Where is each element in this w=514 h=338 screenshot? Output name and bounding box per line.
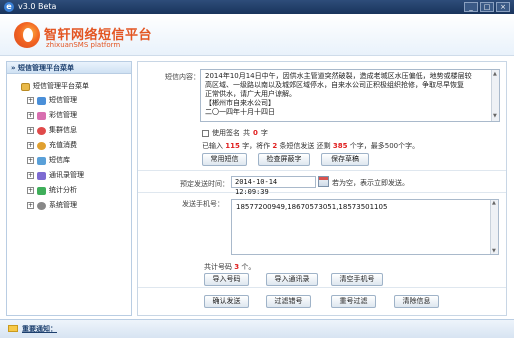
sidebar-title: » 短信管理平台菜单 (7, 62, 131, 74)
menu-root[interactable]: 短信管理平台菜单 (21, 80, 131, 93)
import-contacts-button[interactable]: 导入通讯录 (266, 273, 318, 286)
sidebar: » 短信管理平台菜单 短信管理平台菜单 + 短信管理 + 彩信管理 + 集群信息… (6, 61, 132, 316)
content-scrollbar[interactable] (491, 70, 499, 121)
content-line: 2014年10月14日中午，因供水主管道突然破裂，造成老城区水压偏低，地势或楼层… (205, 72, 472, 80)
use-signature-checkbox[interactable] (202, 129, 209, 137)
schedule-label: 预定发送时间： (180, 180, 229, 188)
important-notice-link[interactable]: 重要通知： (22, 324, 57, 334)
filter-duplicates-button[interactable]: 重号过滤 (331, 295, 376, 308)
phone-numbers-textarea[interactable]: 18577200949,18670573051,18573501105 (231, 199, 499, 255)
use-signature-label: 使用签名 (212, 129, 240, 137)
expand-icon[interactable]: + (27, 157, 34, 164)
window-title: v3.0 Beta (18, 2, 57, 11)
expand-icon[interactable]: + (27, 187, 34, 194)
content-line: 二〇一四年十月十四日 (205, 108, 275, 116)
content-line: 正常供水，请广大用户谅解。 (205, 90, 296, 98)
expand-icon[interactable]: + (27, 142, 34, 149)
signature-count: 0 (253, 129, 258, 137)
close-button[interactable]: × (496, 2, 510, 12)
segment-count: 2 (272, 142, 278, 150)
mail-icon (8, 325, 18, 332)
app-header: 智轩网络短信平台 zhixuanSMS platform (0, 14, 514, 56)
expand-icon[interactable]: + (27, 172, 34, 179)
window-titlebar: e v3.0 Beta _ □ × (0, 0, 514, 14)
chart-icon (37, 186, 46, 195)
save-draft-button[interactable]: 保存草稿 (321, 153, 369, 166)
content-label: 短信内容： (165, 73, 200, 81)
sms-content-textarea[interactable]: 2014年10月14日中午，因供水主管道突然破裂，造成老城区水压偏低，地势或楼层… (200, 69, 500, 122)
calendar-icon[interactable] (318, 176, 329, 187)
confirm-send-button[interactable]: 确认发送 (204, 295, 249, 308)
content-line: 高区域、一级路以南以及城郊区域停水，自来水公司正积极组织抢修，争取尽早恢复 (205, 81, 464, 89)
sidebar-item-mms[interactable]: + 彩信管理 (21, 108, 131, 123)
common-sms-button[interactable]: 常用短信 (202, 153, 247, 166)
phone-count-value: 3 (234, 263, 240, 271)
clear-phone-button[interactable]: 清空手机号 (331, 273, 383, 286)
brand-logo-icon (14, 22, 40, 48)
phone-numbers-value: 18577200949,18670573051,18573501105 (236, 203, 388, 211)
sidebar-item-sms[interactable]: + 短信管理 (21, 93, 131, 108)
heart-icon (37, 126, 46, 135)
expand-icon[interactable]: + (27, 97, 34, 104)
phone-count: 共计号码 3 个。 (204, 263, 256, 271)
expand-icon[interactable]: + (27, 127, 34, 134)
window-controls: _ □ × (464, 2, 510, 12)
sidebar-item-statistics[interactable]: + 统计分析 (21, 183, 131, 198)
database-icon (37, 156, 46, 165)
phone-scrollbar[interactable] (490, 200, 498, 254)
sidebar-item-recharge[interactable]: + 充值消费 (21, 138, 131, 153)
sidebar-item-cluster[interactable]: + 集群信息 (21, 123, 131, 138)
menu-tree: 短信管理平台菜单 + 短信管理 + 彩信管理 + 集群信息 + 充值消费 + 短… (7, 74, 131, 213)
remaining-count: 385 (332, 142, 348, 150)
sidebar-item-contacts[interactable]: + 通讯录管理 (21, 168, 131, 183)
brand-subtitle: zhixuanSMS platform (46, 41, 121, 49)
schedule-hint: 若为空，表示立即发送。 (332, 179, 409, 187)
typed-count: 115 (225, 142, 240, 150)
filter-wrong-numbers-button[interactable]: 过滤错号 (266, 295, 311, 308)
maximize-button[interactable]: □ (480, 2, 494, 12)
contacts-icon (37, 171, 46, 180)
content-row: 短信内容： 2014年10月14日中午，因供水主管道突然破裂，造成老城区水压偏低… (138, 62, 506, 171)
sidebar-item-sms-library[interactable]: + 短信库 (21, 153, 131, 168)
document-icon (37, 96, 46, 105)
expand-icon[interactable]: + (27, 202, 34, 209)
char-stats: 已输入 115 字，将作 2 条短信发送 还剩 385 个字，最多500个字。 (202, 142, 420, 150)
compose-form: 短信内容： 2014年10月14日中午，因供水主管道突然破裂，造成老城区水压偏低… (137, 61, 507, 316)
recipients-label: 发送手机号： (182, 200, 224, 208)
schedule-datetime-input[interactable]: 2014-10-14 12:09:39 (231, 176, 316, 196)
browser-logo-icon: e (4, 2, 14, 12)
clear-info-button[interactable]: 清除信息 (394, 295, 439, 308)
status-bar: 重要通知： (0, 319, 514, 338)
sidebar-item-system[interactable]: + 系统管理 (21, 198, 131, 213)
gear-icon (37, 201, 46, 210)
import-numbers-button[interactable]: 导入号码 (204, 273, 249, 286)
signature-option: 使用签名 共 0 字 (202, 128, 268, 138)
check-blocked-words-button[interactable]: 检查屏蔽字 (258, 153, 310, 166)
expand-icon[interactable]: + (27, 112, 34, 119)
folder-icon (21, 82, 30, 91)
coin-icon (37, 141, 46, 150)
content-line: 【郴州市自来水公司】 (205, 99, 275, 107)
minimize-button[interactable]: _ (464, 2, 478, 12)
picture-icon (37, 111, 46, 120)
